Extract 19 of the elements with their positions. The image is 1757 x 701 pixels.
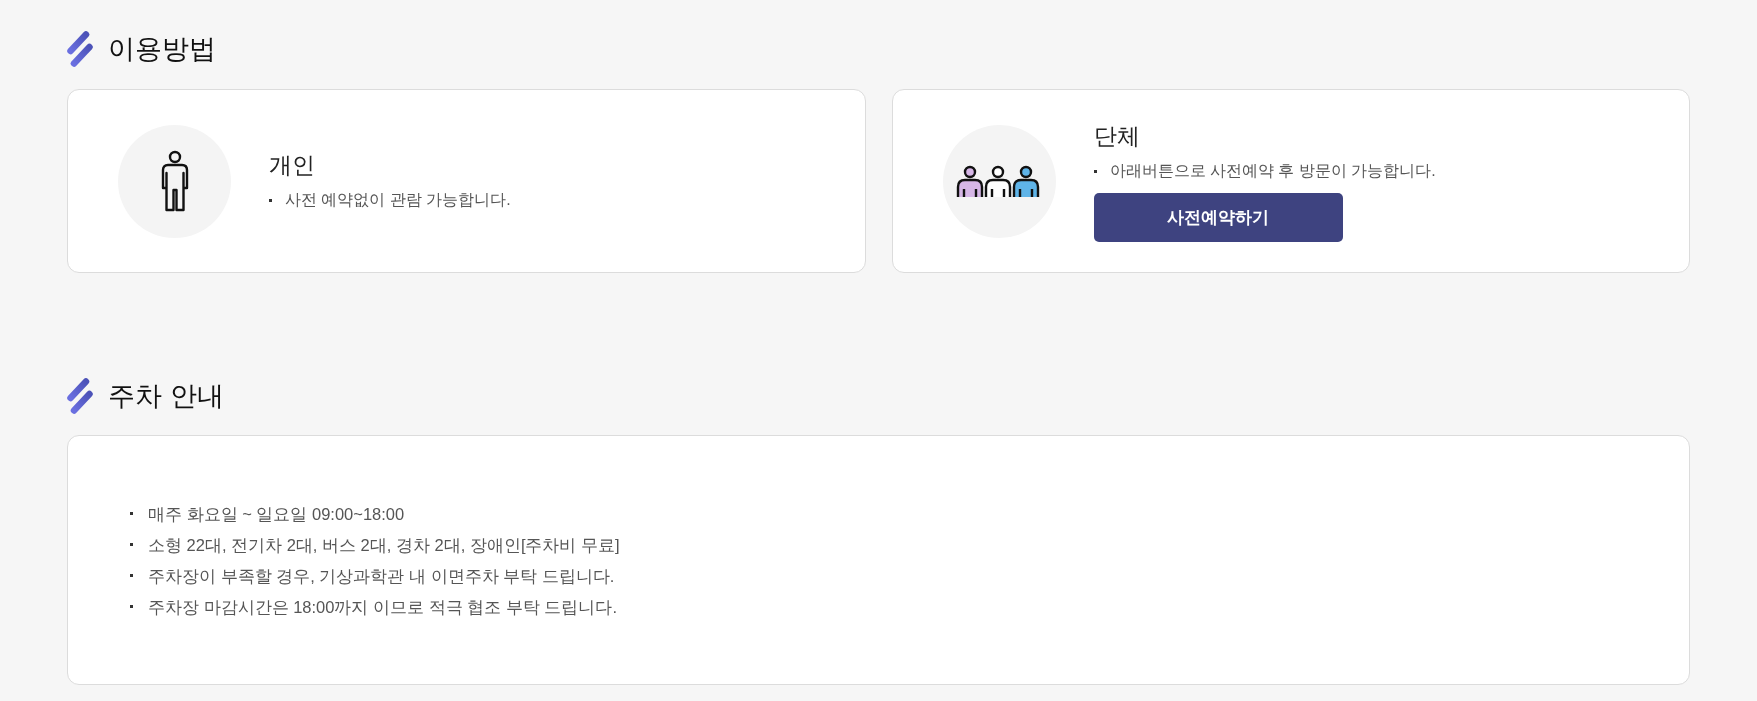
reservation-button[interactable]: 사전예약하기	[1093, 193, 1343, 242]
parking-info-text: 매주 화요일 ~ 일요일 09:00~18:00	[148, 503, 405, 525]
card-title: 개인	[269, 151, 315, 180]
section-title: 이용방법	[108, 33, 216, 66]
bullet-icon	[269, 198, 272, 202]
bullet-icon	[130, 574, 133, 577]
bullet-icon	[1093, 169, 1097, 173]
double-slash-icon	[67, 31, 93, 67]
section-title: 주차 안내	[108, 380, 224, 413]
parking-info-text: 주차장 마감시간은 18:00까지 이므로 적극 협조 부탁 드립니다.	[148, 596, 617, 618]
bullet-icon	[130, 512, 133, 515]
bullet-icon	[130, 543, 133, 546]
parking-info-text: 주차장이 부족할 경우, 기상과학관 내 이면주차 부탁 드립니다.	[148, 565, 615, 587]
parking-info-text: 소형 22대, 전기차 2대, 버스 2대, 경차 2대, 장애인[주차비 무료]	[148, 534, 620, 556]
bullet-icon	[130, 605, 133, 608]
card-title: 단체	[1093, 122, 1140, 151]
note-text: 아래버튼으로 사전예약 후 방문이 가능합니다.	[1109, 161, 1436, 181]
double-slash-icon	[67, 378, 93, 414]
note-text: 사전 예약없이 관람 가능합니다.	[285, 190, 511, 210]
